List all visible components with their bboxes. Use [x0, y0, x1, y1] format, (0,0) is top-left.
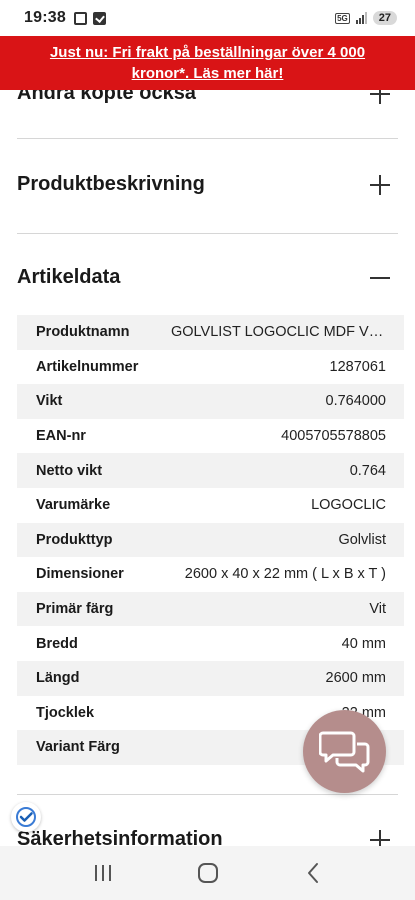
row-label: Dimensioner — [36, 566, 124, 583]
table-row: EAN-nr 4005705578805 — [17, 418, 404, 454]
plus-icon[interactable] — [370, 90, 390, 104]
chat-button[interactable] — [303, 710, 386, 793]
row-label: Varumärke — [36, 497, 111, 514]
row-label: Artikelnummer — [36, 358, 139, 375]
table-row: Produktnamn GOLVLIST LOGOCLIC MDF VIT... — [17, 315, 404, 350]
row-label: Produktnamn — [36, 324, 130, 341]
row-value: Golvlist — [338, 531, 386, 548]
accordion-title-safety: Säkerhetsinformation — [17, 828, 223, 846]
trust-badge[interactable] — [11, 802, 41, 832]
table-row: Längd 2600 mm — [17, 660, 404, 696]
article-data-table: Produktnamn GOLVLIST LOGOCLIC MDF VIT... A… — [17, 315, 404, 765]
chat-bubbles-icon — [318, 731, 369, 772]
row-label: Variant Färg — [36, 739, 120, 756]
plus-icon[interactable] — [370, 829, 390, 846]
row-label: Bredd — [36, 635, 78, 652]
status-right: 5G 27 — [335, 11, 397, 25]
accordion-title-also-bought: Andra köpte också — [17, 90, 196, 104]
row-label: Primär färg — [36, 601, 114, 618]
table-row: Primär färg Vit — [17, 591, 404, 627]
row-value: GOLVLIST LOGOCLIC MDF VIT... — [171, 324, 386, 341]
home-icon — [197, 863, 218, 883]
recent-apps-icon — [94, 865, 111, 881]
table-row: Produkttyp Golvlist — [17, 522, 404, 558]
divider — [17, 233, 398, 234]
accordion-title-article-data: Artikeldata — [17, 266, 121, 288]
row-value: 0.764000 — [325, 393, 386, 410]
minus-icon[interactable] — [370, 268, 390, 288]
table-row: Dimensioner 2600 x 40 x 22 mm ( L x B x T… — [17, 557, 404, 592]
divider — [17, 138, 398, 139]
row-label: Längd — [36, 670, 80, 687]
row-value: 2600 mm — [325, 670, 386, 687]
back-button[interactable] — [293, 853, 333, 893]
row-value: 4005705578805 — [281, 428, 386, 445]
checkmark-badge-icon — [16, 807, 36, 827]
row-value: 0.764 — [349, 462, 386, 479]
row-label: EAN-nr — [36, 428, 86, 445]
battery-indicator: 27 — [372, 11, 397, 25]
row-label: Produkttyp — [36, 531, 113, 548]
signal-icon — [355, 12, 367, 24]
system-nav-bar — [0, 846, 415, 900]
table-row: Artikelnummer 1287061 — [17, 349, 404, 385]
row-label: Netto vikt — [36, 462, 103, 479]
table-row: Vikt 0.764000 — [17, 384, 404, 419]
promo-banner[interactable]: Just nu: Fri frakt på beställningar över… — [0, 36, 415, 90]
accordion-safety[interactable]: Säkerhetsinformation — [17, 828, 398, 846]
status-notification-icons — [73, 11, 106, 25]
back-icon — [307, 863, 318, 883]
row-label: Vikt — [36, 393, 63, 410]
row-label: Tjocklek — [36, 704, 95, 721]
accordion-also-bought[interactable]: Andra köpte också — [17, 90, 398, 105]
plus-icon[interactable] — [370, 174, 390, 195]
check-notification-icon — [92, 11, 106, 25]
recent-apps-button[interactable] — [83, 853, 123, 893]
accordion-description[interactable]: Produktbeskrivning — [17, 173, 398, 196]
row-value: Vit — [369, 601, 386, 618]
status-bar: 19:38 5G 27 — [0, 0, 415, 36]
network-badge: 5G — [335, 12, 350, 24]
row-value: LOGOCLIC — [311, 497, 386, 514]
table-row: Varumärke LOGOCLIC — [17, 487, 404, 523]
home-button[interactable] — [188, 853, 228, 893]
row-value: 2600 x 40 x 22 mm ( L x B x T ) — [184, 566, 386, 583]
accordion-article-data[interactable]: Artikeldata — [17, 266, 398, 289]
divider — [17, 794, 398, 795]
table-row: Bredd 40 mm — [17, 626, 404, 661]
table-row: Netto vikt 0.764 — [17, 453, 404, 488]
row-value: 40 mm — [341, 635, 386, 652]
screenshot-icon — [73, 11, 87, 25]
promo-link[interactable]: Just nu: Fri frakt på beställningar över… — [30, 42, 385, 84]
status-time: 19:38 — [24, 9, 66, 26]
row-value: 1287061 — [329, 358, 386, 375]
accordion-title-description: Produktbeskrivning — [17, 173, 205, 195]
